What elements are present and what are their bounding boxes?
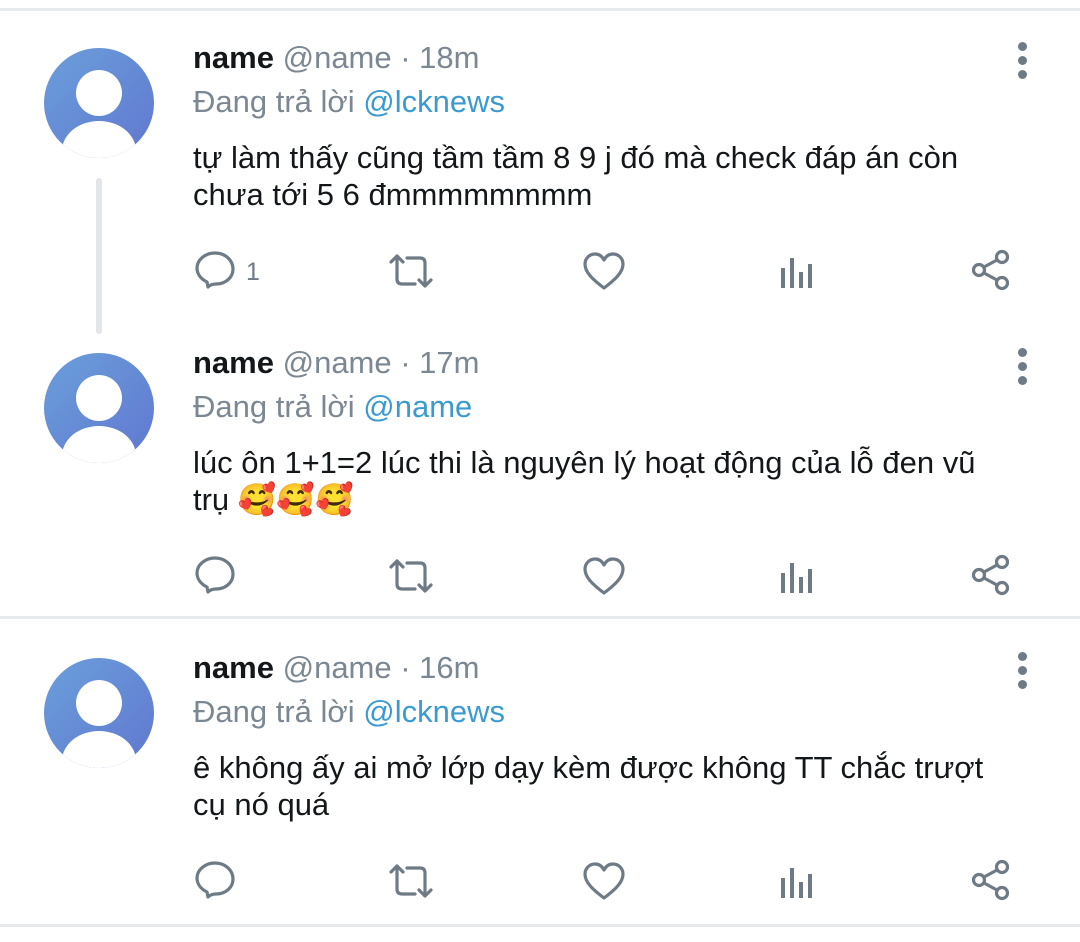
reply-count: 1 <box>246 258 260 286</box>
timestamp[interactable]: · 16m <box>400 650 479 685</box>
analytics-button[interactable] <box>779 559 815 595</box>
avatar[interactable] <box>44 353 154 463</box>
tweet-text-line: tự làm thấy cũng tầm tầm 8 9 j đó mà che… <box>193 140 959 175</box>
tweet-header: name @name · 17m <box>193 345 480 385</box>
bar-chart-icon <box>781 563 812 593</box>
tweet-text: tự làm thấy cũng tầm tầm 8 9 j đó mà che… <box>193 139 1023 213</box>
thread-connector-line <box>96 178 102 334</box>
retweet-button[interactable] <box>387 251 435 291</box>
tweet-header: name @name · 16m <box>193 650 480 690</box>
tweet-text-line: chưa tới 5 6 đmmmmmmmm <box>193 177 593 212</box>
more-options-button[interactable] <box>1010 348 1034 388</box>
retweet-arrows-icon <box>389 254 433 288</box>
heart-icon <box>583 557 625 595</box>
default-profile-icon <box>62 375 136 463</box>
vertical-dots-icon <box>1017 42 1027 51</box>
speech-bubble-icon <box>195 251 235 289</box>
more-options-button[interactable] <box>1010 652 1034 692</box>
bar-chart-icon <box>781 258 812 288</box>
bar-chart-icon <box>781 868 812 898</box>
retweet-arrows-icon <box>389 864 433 898</box>
tweet-text-line: trụ 🥰🥰🥰 <box>193 482 354 517</box>
retweet-button[interactable] <box>387 861 435 901</box>
default-profile-icon <box>62 680 136 768</box>
bottom-divider <box>0 924 1080 927</box>
share-button[interactable] <box>970 554 1012 596</box>
like-button[interactable] <box>582 251 626 291</box>
replying-to: Đang trả lời @name <box>193 389 472 425</box>
analytics-button[interactable] <box>779 864 815 900</box>
reply-button[interactable] <box>194 555 238 595</box>
share-nodes-icon <box>971 249 1010 291</box>
tweet-text-line: cụ nó quá <box>193 787 330 822</box>
more-options-button[interactable] <box>1010 42 1034 82</box>
like-button[interactable] <box>582 556 626 596</box>
avatar[interactable] <box>44 48 154 158</box>
tweet-text: ê không ấy ai mở lớp dạy kèm được không … <box>193 749 1023 823</box>
tweet-header: name @name · 18m <box>193 40 480 80</box>
mention-link[interactable]: @lcknews <box>363 84 505 119</box>
user-handle[interactable]: @name <box>283 650 392 685</box>
avatar[interactable] <box>44 658 154 768</box>
reply-button[interactable] <box>194 860 238 900</box>
share-nodes-icon <box>971 554 1010 596</box>
timestamp[interactable]: · 18m <box>400 40 479 75</box>
tweet-2[interactable]: name @name · 17m Đang trả lời @name lúc … <box>0 330 1080 616</box>
speech-bubble-icon <box>195 556 235 594</box>
like-button[interactable] <box>582 861 626 901</box>
heart-icon <box>583 862 625 900</box>
retweet-arrows-icon <box>389 559 433 593</box>
share-nodes-icon <box>971 859 1010 901</box>
replying-to: Đang trả lời @lcknews <box>193 84 505 120</box>
tweet-1[interactable]: name @name · 18m Đang trả lời @lcknews t… <box>0 0 1080 334</box>
user-handle[interactable]: @name <box>283 40 392 75</box>
tweet-3[interactable]: name @name · 16m Đang trả lời @lcknews ê… <box>0 619 1080 924</box>
retweet-button[interactable] <box>387 556 435 596</box>
analytics-button[interactable] <box>779 254 815 290</box>
share-button[interactable] <box>970 249 1012 291</box>
tweet-text-line: lúc ôn 1+1=2 lúc thi là nguyên lý hoạt đ… <box>193 445 976 480</box>
user-handle[interactable]: @name <box>283 345 392 380</box>
replying-label: Đang trả lời <box>193 389 355 424</box>
reply-button[interactable] <box>194 250 238 290</box>
tweet-text: lúc ôn 1+1=2 lúc thi là nguyên lý hoạt đ… <box>193 444 1023 518</box>
heart-icon <box>583 252 625 290</box>
default-profile-icon <box>62 70 136 158</box>
display-name[interactable]: name <box>193 650 274 685</box>
replying-to: Đang trả lời @lcknews <box>193 694 505 730</box>
replying-label: Đang trả lời <box>193 694 355 729</box>
vertical-dots-icon <box>1017 652 1027 661</box>
mention-link[interactable]: @name <box>363 389 472 424</box>
display-name[interactable]: name <box>193 345 274 380</box>
tweet-text-line: ê không ấy ai mở lớp dạy kèm được không … <box>193 750 984 785</box>
vertical-dots-icon <box>1017 348 1027 357</box>
display-name[interactable]: name <box>193 40 274 75</box>
timestamp[interactable]: · 17m <box>400 345 479 380</box>
speech-bubble-icon <box>195 861 235 899</box>
share-button[interactable] <box>970 859 1012 901</box>
mention-link[interactable]: @lcknews <box>363 694 505 729</box>
replying-label: Đang trả lời <box>193 84 355 119</box>
